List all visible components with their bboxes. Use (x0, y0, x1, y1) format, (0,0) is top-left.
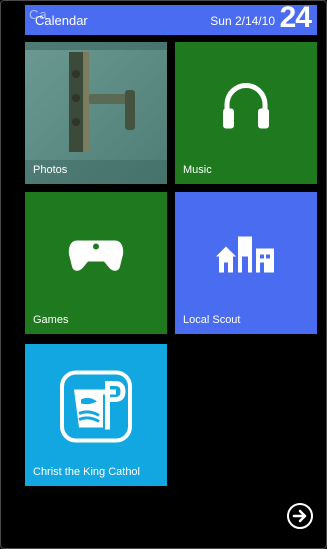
photos-preview-image (25, 42, 167, 184)
tile-music[interactable]: Music (175, 42, 317, 184)
tile-photos[interactable]: Photos (25, 42, 167, 184)
calendar-live-tile[interactable]: Ca Calendar Sun 2/14/10 24 (25, 5, 317, 35)
calendar-day-number: 24 (279, 5, 312, 34)
tile-games[interactable]: Games (25, 192, 167, 334)
gamepad-icon (67, 237, 125, 278)
arrow-right-circle-icon (292, 509, 307, 523)
tile-local-scout[interactable]: Local Scout (175, 192, 317, 334)
church-logo-icon (59, 370, 133, 449)
calendar-title: Calendar (35, 13, 88, 28)
tile-christ-the-king-label: Christ the King Cathol (33, 466, 140, 478)
tile-games-label: Games (33, 314, 69, 326)
buildings-icon (216, 235, 276, 280)
tile-music-label: Music (183, 164, 212, 176)
next-page-button[interactable] (287, 503, 313, 529)
headphones-icon (221, 79, 271, 136)
tile-local-scout-label: Local Scout (183, 314, 241, 326)
calendar-date: Sun 2/14/10 (210, 14, 275, 28)
tile-christ-the-king[interactable]: Christ the King Cathol (25, 344, 167, 486)
tile-photos-label: Photos (33, 164, 68, 176)
